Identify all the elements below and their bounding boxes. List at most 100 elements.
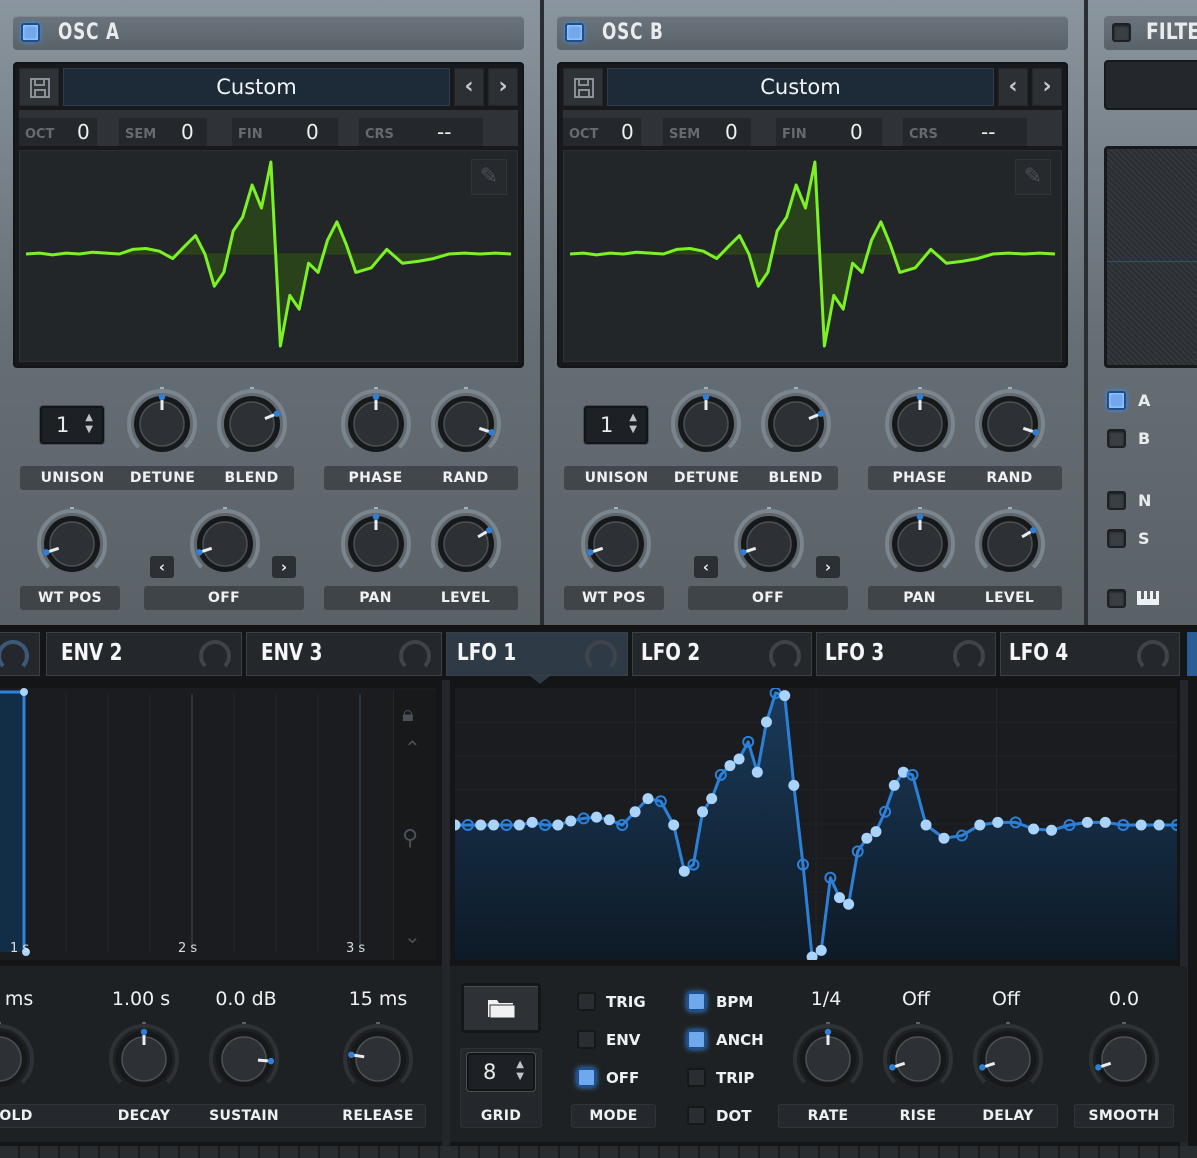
tab-lfo-1[interactable]: LFO 1 [446, 632, 628, 676]
knob-center-tick [160, 387, 164, 389]
filter-keytrack[interactable] [1107, 589, 1159, 612]
osc-b-crs-field[interactable]: CRS -- [903, 118, 1027, 146]
osc-a-sem-field[interactable]: SEM 0 [119, 118, 207, 146]
osc-a-detune-knob[interactable] [125, 387, 199, 461]
osc-a-level-knob[interactable] [429, 507, 503, 581]
filter-route-b[interactable]: B [1107, 429, 1150, 452]
warp-mode-label[interactable]: OFF [144, 590, 304, 606]
osc-b-sem-field[interactable]: SEM 0 [663, 118, 751, 146]
trip-checkbox[interactable] [687, 1068, 706, 1087]
grid-stepper[interactable]: 8 ▲ ▼ [467, 1053, 535, 1091]
mod-drag-icon[interactable] [1137, 640, 1169, 672]
route-a-checkbox[interactable] [1107, 391, 1126, 410]
envelope-graph[interactable]: 1 s 2 s 3 s [0, 688, 436, 960]
osc-a-waveform-display[interactable]: ✎ [19, 150, 518, 362]
osc-b-oct-field[interactable]: OCT 0 [563, 118, 641, 146]
osc-a-prev-preset-button[interactable]: ‹ [454, 68, 484, 106]
tab-label: LFO 2 [641, 640, 701, 666]
tab-lfo-4[interactable]: LFO 4 [1000, 632, 1180, 676]
warp-mode-label[interactable]: OFF [688, 590, 848, 606]
pencil-edit-icon[interactable]: ✎ [471, 159, 507, 195]
anch-label: ANCH [716, 1031, 764, 1049]
delay-knob[interactable] [971, 1022, 1045, 1096]
filter-route-n[interactable]: N [1107, 491, 1151, 514]
filter-type-selector[interactable] [1104, 60, 1197, 110]
rate-knob[interactable] [791, 1022, 865, 1096]
osc-a-warp-next-button[interactable]: › [272, 556, 296, 578]
pencil-edit-icon[interactable]: ✎ [1015, 159, 1051, 195]
osc-b-level-knob[interactable] [973, 507, 1047, 581]
osc-b-warp-knob[interactable] [732, 507, 806, 581]
osc-a-rand-knob[interactable] [429, 387, 503, 461]
route-s-checkbox[interactable] [1107, 529, 1126, 548]
osc-b-next-preset-button[interactable]: › [1032, 68, 1062, 106]
osc-b-save-button[interactable] [563, 68, 603, 106]
osc-b-phase-knob[interactable] [883, 387, 957, 461]
osc-b-enable-checkbox[interactable] [565, 23, 584, 42]
mod-drag-icon[interactable] [199, 640, 231, 672]
osc-a-blend-knob[interactable] [215, 387, 289, 461]
osc-b-preset-name[interactable]: Custom [607, 68, 994, 106]
tab-env-1[interactable] [0, 632, 40, 676]
decay-knob[interactable] [107, 1022, 181, 1096]
mod-drag-icon[interactable] [769, 640, 801, 672]
release-knob[interactable] [341, 1022, 415, 1096]
osc-b-pan-knob[interactable] [883, 507, 957, 581]
anch-checkbox[interactable] [687, 1030, 706, 1049]
dot-checkbox[interactable] [687, 1106, 706, 1125]
osc-b-rand-knob[interactable] [973, 387, 1047, 461]
fin-value: 0 [306, 120, 319, 144]
tab-lfo-3[interactable]: LFO 3 [816, 632, 996, 676]
osc-b-detune-knob[interactable] [669, 387, 743, 461]
route-n-checkbox[interactable] [1107, 491, 1126, 510]
keytrack-checkbox[interactable] [1107, 589, 1126, 608]
mod-drag-icon[interactable] [953, 640, 985, 672]
osc-a-oct-field[interactable]: OCT 0 [19, 118, 97, 146]
osc-b-blend-knob[interactable] [759, 387, 833, 461]
osc-a-warp-prev-button[interactable]: ‹ [150, 556, 174, 578]
osc-b-warp-prev-button[interactable]: ‹ [694, 556, 718, 578]
osc-a-crs-field[interactable]: CRS -- [359, 118, 483, 146]
osc-a-next-preset-button[interactable]: › [488, 68, 518, 106]
filter-route-a[interactable]: A [1107, 391, 1150, 414]
osc-a-enable-checkbox[interactable] [21, 23, 40, 42]
tab-lfo-2[interactable]: LFO 2 [632, 632, 812, 676]
osc-a-wtpos-knob[interactable] [35, 507, 109, 581]
mod-drag-icon[interactable] [585, 640, 617, 672]
lock-icon[interactable]: 🔒︎ [402, 702, 414, 727]
osc-b-wtpos-knob[interactable] [579, 507, 653, 581]
scroll-down-icon[interactable]: ⌄ [404, 924, 421, 948]
osc-a-save-button[interactable] [19, 68, 59, 106]
osc-b-unison-stepper[interactable]: 1 ▲ ▼ [584, 406, 648, 444]
bpm-checkbox[interactable] [687, 992, 706, 1011]
scroll-up-icon[interactable]: ⌃ [404, 736, 421, 760]
mode-trig-checkbox[interactable] [577, 992, 596, 1011]
mode-off-checkbox[interactable] [577, 1068, 596, 1087]
zoom-magnifier-icon[interactable]: ⚲ [402, 826, 418, 851]
osc-a-preset-name[interactable]: Custom [63, 68, 450, 106]
mod-drag-icon[interactable] [399, 640, 431, 672]
filter-route-s[interactable]: S [1107, 529, 1150, 552]
filter-enable-checkbox[interactable] [1112, 23, 1131, 42]
osc-a-fin-field[interactable]: FIN 0 [232, 118, 338, 146]
smooth-knob[interactable] [1087, 1022, 1161, 1096]
route-b-checkbox[interactable] [1107, 429, 1126, 448]
tab-env-2[interactable]: ENV 2 [46, 632, 242, 676]
lfo-preset-folder-button[interactable] [461, 983, 541, 1033]
knob-cap [987, 401, 1033, 447]
osc-a-pan-knob[interactable] [339, 507, 413, 581]
osc-a-warp-knob[interactable] [188, 507, 262, 581]
osc-b-fin-field[interactable]: FIN 0 [776, 118, 882, 146]
mode-env-checkbox[interactable] [577, 1030, 596, 1049]
sustain-knob[interactable] [207, 1022, 281, 1096]
lfo-point [552, 819, 564, 831]
osc-b-warp-next-button[interactable]: › [816, 556, 840, 578]
lfo-graph[interactable] [449, 687, 1183, 963]
osc-a-unison-stepper[interactable]: 1 ▲ ▼ [40, 406, 104, 444]
rise-knob[interactable] [881, 1022, 955, 1096]
osc-b-waveform-display[interactable]: ✎ [563, 150, 1062, 362]
osc-b-prev-preset-button[interactable]: ‹ [998, 68, 1028, 106]
osc-a-phase-knob[interactable] [339, 387, 413, 461]
tab-env-3[interactable]: ENV 3 [246, 632, 442, 676]
hold-knob[interactable] [0, 1022, 36, 1096]
